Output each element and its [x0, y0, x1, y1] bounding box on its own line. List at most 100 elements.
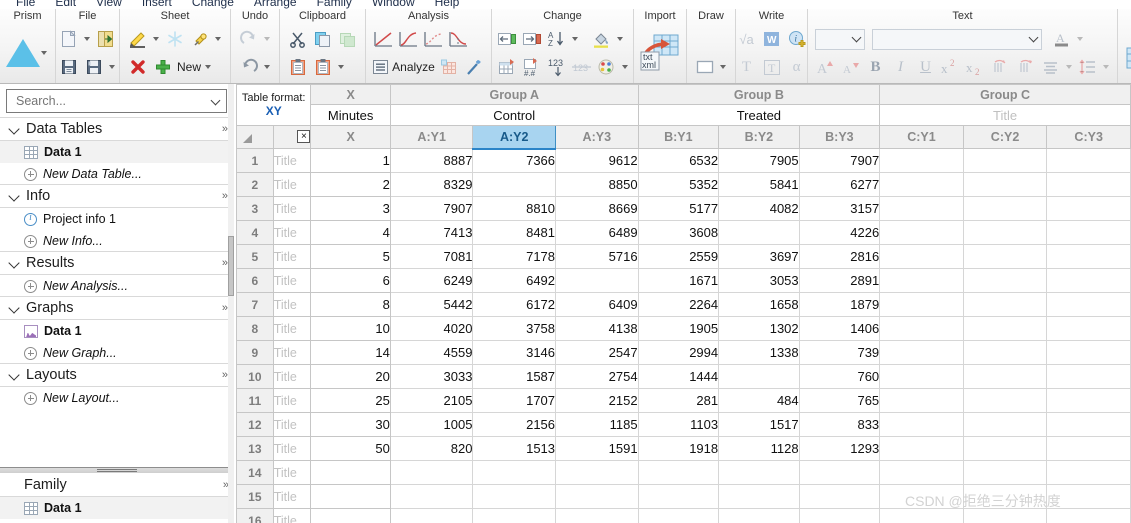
data-cell[interactable] — [472, 460, 557, 485]
column-header-by3[interactable]: B:Y3 — [798, 125, 881, 149]
data-cell[interactable] — [962, 484, 1048, 509]
data-cell[interactable]: 1293 — [798, 436, 881, 461]
data-cell[interactable]: 7178 — [472, 244, 557, 269]
data-cell[interactable]: 5442 — [389, 292, 474, 317]
data-cell[interactable]: 6492 — [472, 268, 557, 293]
row-title-cell[interactable]: Title — [272, 148, 312, 173]
row-title-cell[interactable]: Title — [272, 484, 312, 509]
data-cell[interactable]: 4 — [310, 220, 391, 245]
scrollbar-thumb[interactable] — [228, 236, 234, 296]
data-cell[interactable]: 8481 — [472, 220, 557, 245]
row-number[interactable]: 1 — [236, 148, 274, 173]
sidebar-item-new-info[interactable]: New Info... — [0, 230, 233, 252]
group-header-group-c[interactable]: Group C — [879, 84, 1131, 105]
row-number[interactable]: 14 — [236, 460, 274, 485]
data-cell[interactable]: 2 — [310, 172, 391, 197]
data-cell[interactable]: 30 — [310, 412, 391, 437]
data-cell[interactable] — [1046, 316, 1131, 341]
sidebar-item-data-1[interactable]: Data 1 — [0, 141, 233, 163]
menu-item-family[interactable]: Family — [307, 0, 362, 8]
column-header-cy3[interactable]: C:Y3 — [1046, 125, 1131, 149]
sidebar-item-new-graph[interactable]: New Graph... — [0, 342, 233, 364]
column-header-ay1[interactable]: A:Y1 — [389, 125, 474, 149]
row-title-cell[interactable]: Title — [272, 340, 312, 365]
data-cell[interactable]: 4559 — [389, 340, 474, 365]
word-export-icon[interactable]: W — [761, 27, 783, 51]
menu-item-window[interactable]: Window — [362, 0, 425, 8]
data-cell[interactable] — [879, 484, 964, 509]
chevron-down-icon[interactable] — [84, 37, 90, 41]
expand-chevrons-icon[interactable]: » — [222, 190, 228, 202]
data-cell[interactable]: 8329 — [389, 172, 474, 197]
sort-az-icon[interactable]: AZ — [546, 27, 568, 51]
data-cell[interactable] — [1046, 436, 1131, 461]
curve-fit-icon[interactable] — [422, 27, 444, 51]
sidebar-item-project-info-1[interactable]: Project info 1 — [0, 208, 233, 230]
data-cell[interactable]: 9612 — [555, 148, 639, 173]
data-cell[interactable]: 14 — [310, 340, 391, 365]
data-cell[interactable]: 5716 — [555, 244, 639, 269]
data-cell[interactable] — [962, 508, 1048, 523]
data-cell[interactable] — [555, 508, 639, 523]
row-title-cell[interactable]: Title — [272, 388, 312, 413]
data-cell[interactable]: 7905 — [718, 148, 800, 173]
magic-wand-icon[interactable] — [463, 55, 485, 79]
data-cell[interactable]: 1587 — [472, 364, 557, 389]
data-cell[interactable]: 1879 — [798, 292, 881, 317]
data-cell[interactable] — [962, 388, 1048, 413]
row-title-cell[interactable]: Title — [272, 196, 312, 221]
paste-special-icon[interactable] — [312, 55, 334, 79]
chevron-down-icon[interactable] — [8, 123, 20, 135]
menu-item-file[interactable]: File — [6, 0, 45, 8]
data-cell[interactable]: 6249 — [389, 268, 474, 293]
data-cell[interactable]: 1658 — [718, 292, 800, 317]
data-cell[interactable] — [310, 460, 391, 485]
data-cell[interactable]: 1185 — [555, 412, 639, 437]
chevron-down-icon[interactable] — [571, 37, 578, 41]
data-cell[interactable]: 2994 — [637, 340, 720, 365]
row-number[interactable]: 11 — [236, 388, 274, 413]
row-number[interactable]: 4 — [236, 220, 274, 245]
data-cell[interactable]: 1517 — [718, 412, 800, 437]
data-cell[interactable] — [1046, 508, 1131, 523]
row-title-cell[interactable]: Title — [272, 268, 312, 293]
data-cell[interactable] — [472, 508, 557, 523]
data-cell[interactable]: 5 — [310, 244, 391, 269]
group-title-x[interactable]: Minutes — [310, 104, 391, 126]
prism-logo-button[interactable] — [6, 39, 49, 67]
select-all-corner[interactable] — [236, 125, 274, 149]
data-cell[interactable]: 1 — [310, 148, 391, 173]
sidebar-item-new-analysis[interactable]: New Analysis... — [0, 275, 233, 297]
data-cell[interactable] — [962, 148, 1048, 173]
group-header-x[interactable]: X — [310, 84, 391, 105]
data-cell[interactable]: 3758 — [472, 316, 557, 341]
data-cell[interactable]: 281 — [637, 388, 720, 413]
data-cell[interactable] — [555, 484, 639, 509]
row-number[interactable]: 16 — [236, 508, 274, 523]
menu-item-edit[interactable]: Edit — [45, 0, 86, 8]
insert-column-right-icon[interactable] — [521, 27, 543, 51]
chevron-down-icon[interactable] — [337, 65, 344, 69]
data-cell[interactable]: 760 — [798, 364, 881, 389]
row-title-cell[interactable]: Title — [272, 436, 312, 461]
data-cell[interactable]: 3697 — [718, 244, 800, 269]
nonlinear-regression-icon[interactable] — [397, 27, 419, 51]
copy-icon[interactable] — [312, 27, 334, 51]
data-cell[interactable]: 6409 — [555, 292, 639, 317]
column-header-x[interactable]: X — [310, 125, 391, 149]
chevron-down-icon[interactable] — [8, 257, 20, 269]
table-format-box[interactable]: Table format: XY — [236, 84, 312, 126]
number-format-icon[interactable]: 123 — [546, 55, 568, 79]
chevron-down-icon[interactable] — [205, 65, 212, 69]
chevron-down-icon[interactable] — [720, 65, 726, 69]
data-cell[interactable]: 3146 — [472, 340, 557, 365]
data-cell[interactable] — [962, 268, 1048, 293]
row-number[interactable]: 3 — [236, 196, 274, 221]
row-title-cell[interactable]: Title — [272, 172, 312, 197]
row-number[interactable]: 7 — [236, 292, 274, 317]
data-cell[interactable]: 50 — [310, 436, 391, 461]
data-cell[interactable] — [389, 460, 474, 485]
data-cell[interactable] — [389, 508, 474, 523]
search-box[interactable] — [6, 89, 227, 113]
data-cell[interactable]: 1406 — [798, 316, 881, 341]
